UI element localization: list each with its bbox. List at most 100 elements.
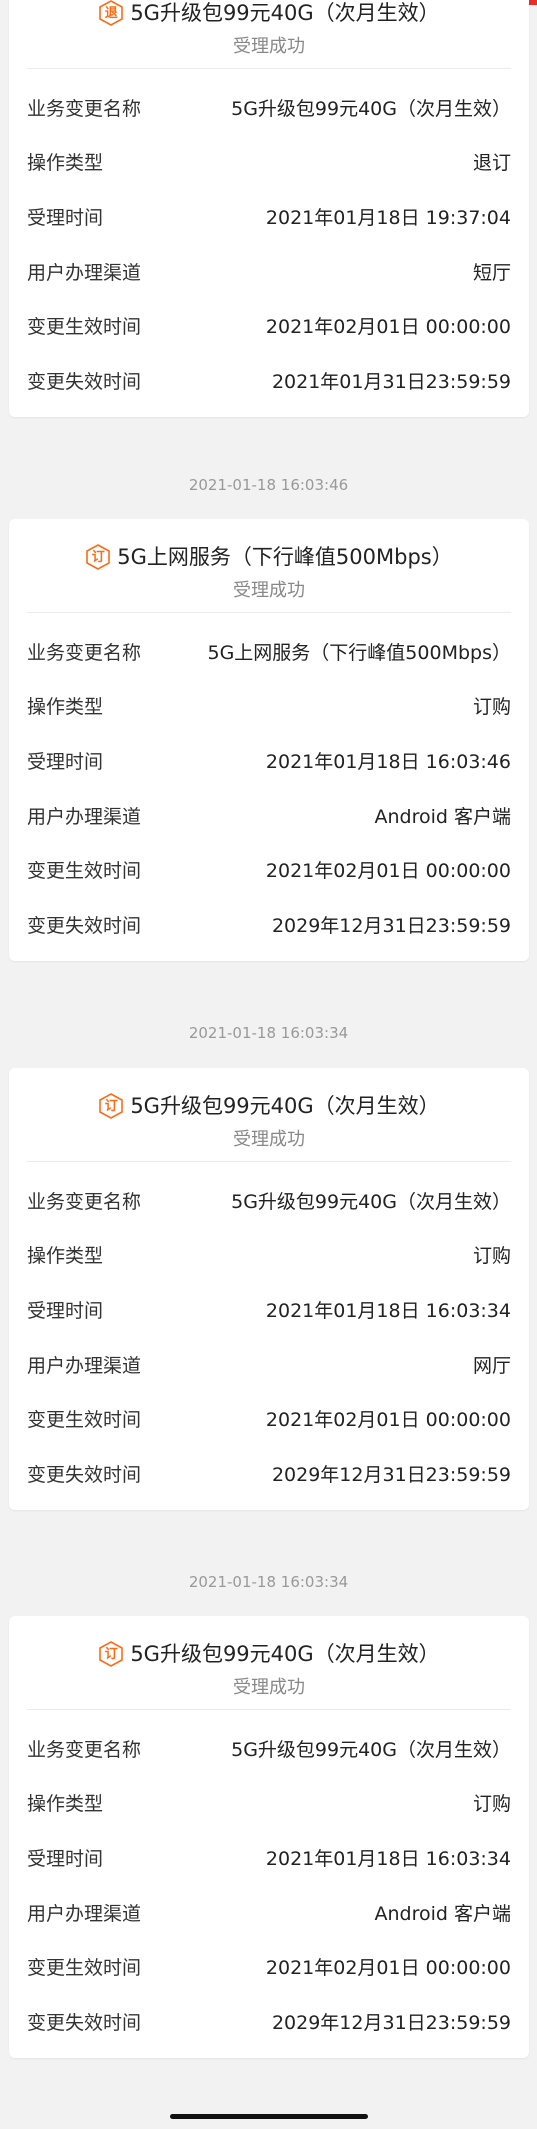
record-card[interactable]: 订 5G升级包99元40G（次月生效） 受理成功 业务变更名称 5G升级包99元4…: [9, 1616, 529, 2058]
row-value: 2029年12月31日23:59:59: [271, 914, 511, 937]
card-header: 退 5G升级包99元40G（次月生效） 受理成功: [27, 0, 511, 69]
row-value: 5G升级包99元40G（次月生效）: [231, 97, 511, 120]
detail-row-service-name: 业务变更名称 5G上网服务（下行峰值500Mbps）: [27, 624, 511, 679]
row-value: 5G升级包99元40G（次月生效）: [231, 1738, 511, 1761]
record-timestamp: 2021-01-18 16:03:34: [188, 1024, 349, 1042]
row-label: 变更失效时间: [27, 1463, 142, 1486]
detail-row-accept-time: 受理时间 2021年01月18日 16:03:46: [27, 733, 511, 788]
row-label: 变更生效时间: [27, 1957, 142, 1980]
row-value: 5G上网服务（下行峰值500Mbps）: [207, 641, 512, 664]
detail-row-service-name: 业务变更名称 5G升级包99元40G（次月生效）: [27, 1173, 511, 1228]
detail-row-accept-time: 受理时间 2021年01月18日 16:03:34: [27, 1830, 511, 1885]
row-label: 操作类型: [27, 1793, 104, 1816]
row-value: 订购: [472, 1245, 511, 1268]
record-timestamp: 2021-01-18 16:03:34: [188, 1573, 349, 1591]
detail-row-effective-time: 变更生效时间 2021年02月01日 00:00:00: [27, 1391, 511, 1446]
badge-char: 退: [104, 5, 118, 21]
row-value: 2029年12月31日23:59:59: [271, 1463, 511, 1486]
row-value: 2021年01月18日 16:03:34: [265, 1847, 511, 1870]
row-value: 2021年02月01日 00:00:00: [265, 860, 511, 883]
status-text: 受理成功: [233, 1677, 305, 1698]
row-value: Android 客户端: [374, 1902, 512, 1925]
record-card[interactable]: 退 5G升级包99元40G（次月生效） 受理成功 业务变更名称 5G升级包99元4…: [9, 0, 529, 417]
row-value: 2021年01月18日 16:03:46: [265, 750, 511, 773]
row-value: 2021年01月18日 16:03:34: [265, 1299, 511, 1322]
detail-row-channel: 用户办理渠道 网厅: [27, 1337, 511, 1392]
detail-rows: 业务变更名称 5G升级包99元40G（次月生效） 操作类型 订购 受理时间 2021年…: [27, 1710, 511, 2058]
card-title-row: 订 5G升级包99元40G（次月生效）: [98, 1092, 440, 1120]
row-label: 用户办理渠道: [27, 805, 142, 828]
row-label: 变更失效时间: [27, 914, 142, 937]
row-label: 操作类型: [27, 1245, 104, 1268]
row-label: 变更失效时间: [27, 2011, 142, 2034]
row-value: 订购: [472, 696, 511, 719]
row-label: 变更生效时间: [27, 316, 142, 339]
badge-char: 订: [91, 549, 105, 565]
detail-row-service-name: 业务变更名称 5G升级包99元40G（次月生效）: [27, 1721, 511, 1776]
detail-row-operation-type: 操作类型 订购: [27, 679, 511, 734]
card-header: 订 5G上网服务（下行峰值500Mbps） 受理成功: [27, 519, 511, 613]
row-label: 变更生效时间: [27, 860, 142, 883]
row-label: 用户办理渠道: [27, 1354, 142, 1377]
row-value: 2021年01月31日23:59:59: [271, 370, 511, 393]
record-timestamp: 2021-01-18 16:03:46: [188, 476, 349, 494]
row-value: Android 客户端: [374, 805, 512, 828]
detail-rows: 业务变更名称 5G升级包99元40G（次月生效） 操作类型 订购 受理时间 2021年…: [27, 1162, 511, 1510]
card-title: 5G升级包99元40G（次月生效）: [130, 1094, 440, 1118]
unsubscribe-badge-icon: 退: [98, 0, 124, 26]
row-label: 变更失效时间: [27, 370, 142, 393]
card-header: 订 5G升级包99元40G（次月生效） 受理成功: [27, 1616, 511, 1710]
detail-row-effective-time: 变更生效时间 2021年02月01日 00:00:00: [27, 1939, 511, 1994]
detail-row-expire-time: 变更失效时间 2029年12月31日23:59:59: [27, 1446, 511, 1501]
row-label: 业务变更名称: [27, 641, 142, 664]
detail-row-channel: 用户办理渠道 短厅: [27, 244, 511, 299]
detail-rows: 业务变更名称 5G升级包99元40G（次月生效） 操作类型 退订 受理时间 2021年…: [27, 69, 511, 417]
badge-char: 订: [104, 1098, 118, 1114]
row-value: 2021年02月01日 00:00:00: [265, 1409, 511, 1432]
detail-row-effective-time: 变更生效时间 2021年02月01日 00:00:00: [27, 298, 511, 353]
subscribe-badge-icon: 订: [98, 1093, 124, 1119]
detail-row-channel: 用户办理渠道 Android 客户端: [27, 1885, 511, 1940]
detail-row-expire-time: 变更失效时间 2029年12月31日23:59:59: [27, 1994, 511, 2049]
card-title-row: 订 5G上网服务（下行峰值500Mbps）: [85, 543, 453, 571]
row-value: 2021年02月01日 00:00:00: [265, 316, 511, 339]
card-title-row: 订 5G升级包99元40G（次月生效）: [98, 1640, 440, 1668]
row-value: 短厅: [472, 261, 511, 284]
row-label: 受理时间: [27, 206, 104, 229]
detail-row-service-name: 业务变更名称 5G升级包99元40G（次月生效）: [27, 80, 511, 135]
detail-row-accept-time: 受理时间 2021年01月18日 19:37:04: [27, 189, 511, 244]
row-label: 变更生效时间: [27, 1409, 142, 1432]
row-label: 用户办理渠道: [27, 1902, 142, 1925]
subscribe-badge-icon: 订: [85, 544, 111, 570]
row-label: 用户办理渠道: [27, 261, 142, 284]
status-text: 受理成功: [233, 36, 305, 57]
detail-rows: 业务变更名称 5G上网服务（下行峰值500Mbps） 操作类型 订购 受理时间 202…: [27, 613, 511, 961]
row-value: 退订: [472, 152, 511, 175]
row-label: 受理时间: [27, 750, 104, 773]
row-value: 订购: [472, 1793, 511, 1816]
detail-row-effective-time: 变更生效时间 2021年02月01日 00:00:00: [27, 842, 511, 897]
subscribe-badge-icon: 订: [98, 1641, 124, 1667]
row-label: 业务变更名称: [27, 97, 142, 120]
row-value: 2021年01月18日 19:37:04: [265, 206, 511, 229]
row-label: 操作类型: [27, 152, 104, 175]
detail-row-accept-time: 受理时间 2021年01月18日 16:03:34: [27, 1282, 511, 1337]
detail-row-operation-type: 操作类型 退订: [27, 135, 511, 190]
home-indicator[interactable]: [170, 2114, 368, 2119]
row-label: 受理时间: [27, 1847, 104, 1870]
card-header: 订 5G升级包99元40G（次月生效） 受理成功: [27, 1068, 511, 1162]
row-label: 受理时间: [27, 1299, 104, 1322]
row-value: 2021年02月01日 00:00:00: [265, 1957, 511, 1980]
detail-row-operation-type: 操作类型 订购: [27, 1228, 511, 1283]
row-value: 网厅: [472, 1354, 511, 1377]
record-card[interactable]: 订 5G上网服务（下行峰值500Mbps） 受理成功 业务变更名称 5G上网服务（…: [9, 519, 529, 961]
row-label: 操作类型: [27, 696, 104, 719]
row-value: 5G升级包99元40G（次月生效）: [231, 1190, 511, 1213]
badge-char: 订: [104, 1646, 118, 1662]
detail-row-channel: 用户办理渠道 Android 客户端: [27, 788, 511, 843]
record-card[interactable]: 订 5G升级包99元40G（次月生效） 受理成功 业务变更名称 5G升级包99元4…: [9, 1068, 529, 1510]
row-label: 业务变更名称: [27, 1190, 142, 1213]
detail-row-expire-time: 变更失效时间 2021年01月31日23:59:59: [27, 353, 511, 408]
row-label: 业务变更名称: [27, 1738, 142, 1761]
detail-row-expire-time: 变更失效时间 2029年12月31日23:59:59: [27, 897, 511, 952]
